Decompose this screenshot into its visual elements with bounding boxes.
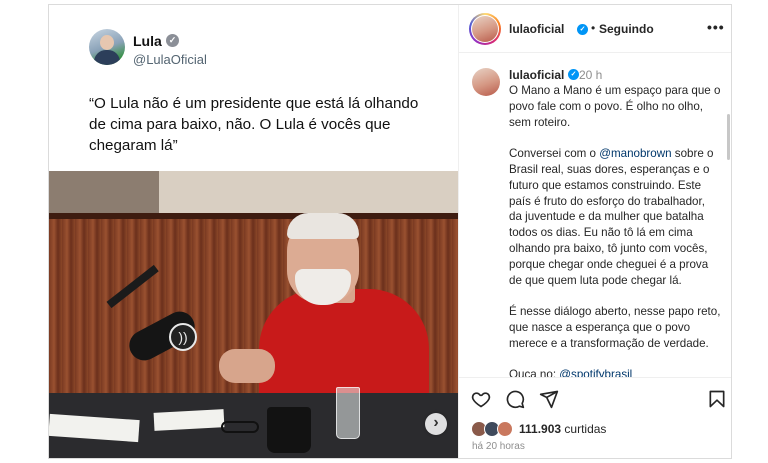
follow-status-button[interactable]: Seguindo: [599, 22, 654, 36]
mention-spotifybrasil-link[interactable]: @spotifybrasil: [559, 368, 632, 377]
caption-paragraph-3: É nesse diálogo aberto, nesse papo reto,…: [509, 305, 721, 350]
post-header: lulaoficial ✓ • Seguindo •••: [459, 5, 731, 53]
next-slide-chevron-right-icon[interactable]: ›: [425, 413, 447, 435]
post-modal: Lula ✓ @LulaOficial “O Lula não é um pre…: [48, 4, 732, 459]
post-media[interactable]: Lula ✓ @LulaOficial “O Lula não é um pre…: [49, 5, 458, 458]
spotify-icon: )): [169, 323, 197, 351]
tweet-handle: @LulaOficial: [133, 52, 207, 67]
caption-avatar[interactable]: [472, 68, 500, 96]
comment-icon[interactable]: [505, 389, 525, 409]
header-username[interactable]: lulaoficial: [509, 22, 564, 36]
bookmark-icon[interactable]: [707, 389, 727, 409]
tweet-card: Lula ✓ @LulaOficial “O Lula não é um pre…: [49, 5, 458, 171]
caption-paragraph-2: Conversei com o @manobrown sobre o Brasi…: [509, 147, 714, 287]
post-timestamp[interactable]: há 20 horas: [472, 441, 525, 452]
tweet-quote: “O Lula não é um presidente que está lá …: [89, 95, 419, 154]
tweet-avatar: [89, 29, 125, 65]
tweet-name: Lula: [133, 33, 162, 49]
caption-time[interactable]: 20 h: [579, 68, 602, 82]
verified-icon: ✓: [577, 24, 588, 35]
photo-glass: [336, 387, 360, 439]
header-separator: •: [591, 21, 596, 35]
photo-mug: [267, 407, 311, 453]
post-actions: 111.903 curtidas há 20 horas: [459, 377, 731, 458]
heart-icon[interactable]: [471, 389, 491, 409]
liker-avatar[interactable]: [497, 421, 513, 437]
mention-manobrown-link[interactable]: @manobrown: [599, 147, 671, 160]
post-panel: lulaoficial ✓ • Seguindo ••• lulaoficial…: [458, 5, 731, 458]
caption-paragraph-1: O Mano a Mano é um espaço para que o pov…: [509, 84, 721, 129]
caption-scrollbar[interactable]: [727, 114, 730, 377]
caption-text: O Mano a Mano é um espaço para que o pov…: [509, 83, 721, 377]
caption-area: lulaoficial ✓ 20 h O Mano a Mano é um es…: [459, 54, 731, 377]
caption-verified-icon: ✓: [568, 69, 579, 80]
header-avatar[interactable]: [469, 13, 501, 45]
photo-sign: [159, 171, 458, 213]
caption-paragraph-4: Ouça no: @spotifybrasil: [509, 367, 721, 377]
likes-count[interactable]: 111.903 curtidas: [519, 422, 606, 436]
more-icon[interactable]: •••: [707, 19, 725, 35]
post-photo: )) ›: [49, 171, 458, 458]
share-icon[interactable]: [539, 389, 559, 409]
tweet-verified-icon: ✓: [166, 34, 179, 47]
caption-username[interactable]: lulaoficial: [509, 68, 564, 82]
